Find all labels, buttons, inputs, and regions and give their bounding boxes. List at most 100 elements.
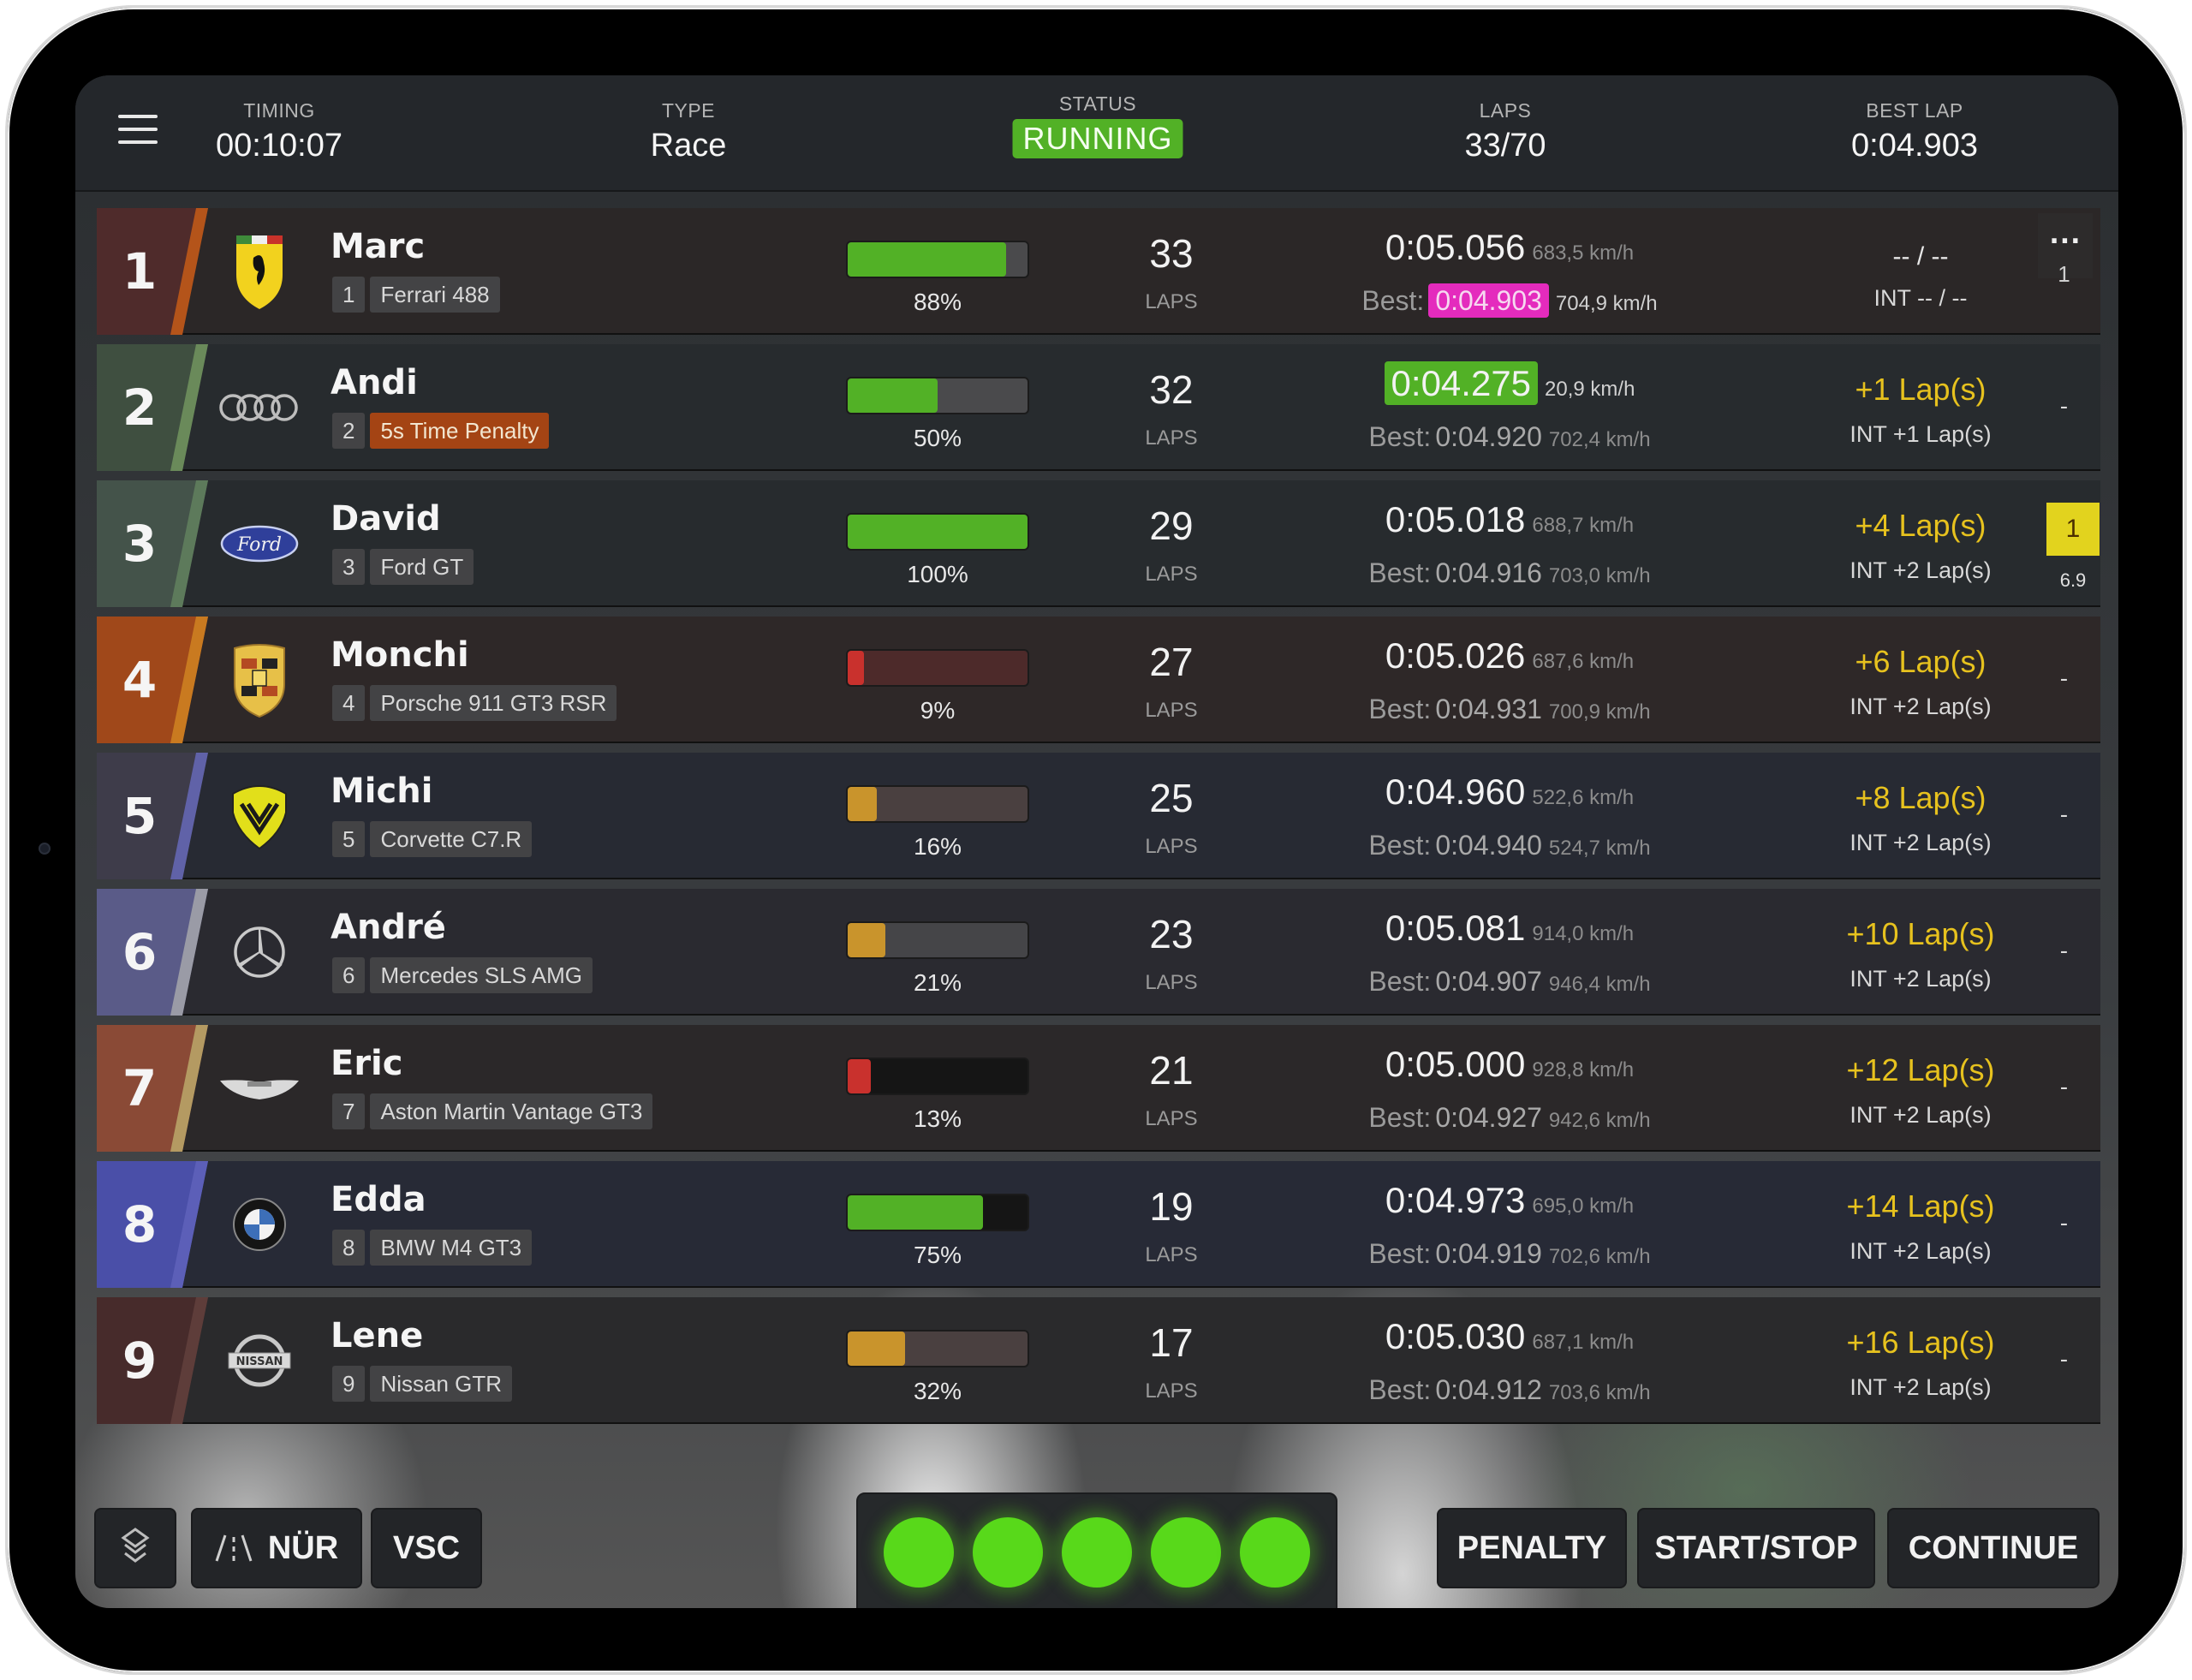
start-light [1151,1517,1221,1588]
position-number: 8 [122,1195,158,1254]
gap-to-leader: +8 Lap(s) [1855,780,1986,815]
row-side-panel: - [2028,753,2100,879]
timing-label: TIMING [243,99,315,122]
side-action-button[interactable]: - [2028,802,2100,828]
laps-count: 19 [1149,1184,1194,1229]
car-model-tag: Ferrari 488 [370,277,500,313]
standings-row[interactable]: 1 Marc 1 Ferrari 488 88% 33 LAPS 0:05.056 683,5 … [97,208,2100,335]
laps-caption: LAPS [1145,426,1198,450]
side-value: 1 [2058,261,2070,287]
timing-stat: TIMING 00:10:07 [216,99,342,164]
laps-count: 33 [1149,231,1194,276]
mercedes-logo [217,909,302,995]
start-stop-button[interactable]: START/STOP [1637,1508,1875,1588]
best-lap-label: Best: [1368,830,1432,861]
vsc-button[interactable]: VSC [371,1508,482,1588]
best-lap-label: Best: [1361,285,1425,316]
side-action-button[interactable]: - [2028,666,2100,692]
side-action-button[interactable]: - [2028,938,2100,964]
type-stat: TYPE Race [651,99,727,164]
row-side-panel: 1 6.9 [2028,480,2100,607]
car-number-tag: 4 [332,685,366,721]
side-action-button[interactable]: - [2028,394,2100,420]
last-lap-speed: 522,6 km/h [1532,786,1635,809]
laps-count: 21 [1149,1048,1194,1093]
laps-label: LAPS [1479,99,1532,122]
continue-button[interactable]: CONTINUE [1887,1508,2100,1588]
row-side-panel: - [2028,1025,2100,1152]
laps-count: 32 [1149,367,1194,412]
best-lap: Best: 0:04.903 704,9 km/h [1287,283,1732,318]
last-lap-time: 0:04.973 [1385,1180,1526,1220]
track-button[interactable]: NÜR [191,1508,362,1588]
last-lap-speed: 695,0 km/h [1532,1194,1635,1218]
best-lap-label: BEST LAP [1866,99,1963,122]
last-lap-time: 0:04.960 [1385,771,1526,812]
laps-count: 27 [1149,640,1194,684]
standings-row[interactable]: 8 Edda 8 BMW M4 GT3 75% 19 LAPS 0:04.973 695,0 k… [97,1161,2100,1288]
more-icon[interactable]: ... [2038,220,2093,250]
row-side-panel: - [2028,344,2100,471]
best-lap-time: 0:04.927 [1435,1102,1542,1133]
side-action-button[interactable]: - [2028,1347,2100,1373]
best-lap-time: 0:04.916 [1435,557,1542,588]
standings-row[interactable]: 4 Monchi 4 Porsche 911 GT3 RSR 9% 27 LAPS 0:05.… [97,617,2100,743]
yellow-flag-badge[interactable]: 1 [2046,503,2100,556]
lap-progress-bar [846,241,1029,278]
last-lap-time: 0:05.000 [1385,1044,1526,1084]
lap-progress-percent: 13% [913,1105,962,1132]
lap-progress-percent: 21% [913,969,962,996]
lap-progress-bar [846,1330,1029,1367]
laps-caption: LAPS [1145,699,1198,722]
gap-to-leader: +14 Lap(s) [1846,1189,1995,1224]
standings-row[interactable]: 2 Andi 2 5s Time Penalty 50% 32 LAPS 0:04.275 20… [97,344,2100,471]
standings-row[interactable]: 5 Michi 5 Corvette C7.R 16% 25 LAPS 0:04.960 522… [97,753,2100,879]
interval: INT +2 Lap(s) [1850,830,1992,855]
best-lap-label: Best: [1368,1102,1432,1133]
penalty-tag[interactable]: 5s Time Penalty [370,413,550,449]
standings-row[interactable]: 7 Eric 7 Aston Martin Vantage GT3 13% 21 LAPS 0… [97,1025,2100,1152]
driver-name: André [331,908,446,947]
lap-progress-fill [848,378,938,413]
lap-progress-bar [846,785,1029,823]
last-lap-time: 0:05.081 [1385,908,1526,948]
last-lap: 0:04.275 20,9 km/h [1287,361,1732,405]
driver-name: Monchi [331,635,469,675]
best-lap-speed: 942,6 km/h [1548,1109,1651,1132]
standings-row[interactable]: 3 Ford David 3 Ford GT 100% 29 LAPS 0:05.018 688,… [97,480,2100,607]
side-action-button[interactable]: - [2028,1211,2100,1236]
car-number-tag: 2 [332,413,366,449]
penalty-button[interactable]: PENALTY [1437,1508,1627,1588]
best-lap: Best: 0:04.919 702,6 km/h [1287,1238,1732,1270]
gap-to-leader: +6 Lap(s) [1855,644,1986,679]
lap-progress-percent: 9% [920,697,956,724]
best-lap-speed: 704,9 km/h [1555,292,1658,315]
laps-count: 29 [1149,503,1194,548]
standings-row[interactable]: 6 André 6 Mercedes SLS AMG 21% 23 LAPS 0:05.081… [97,889,2100,1016]
driver-tags: 6 Mercedes SLS AMG [332,957,593,993]
row-side-panel: - [2028,889,2100,1016]
side-action-button[interactable]: - [2028,1075,2100,1100]
best-lap-speed: 703,6 km/h [1548,1381,1651,1404]
mosler-logo [217,773,302,859]
flag-value: 6.9 [2059,569,2087,591]
camera-dot [39,843,51,855]
lap-progress-percent: 32% [913,1378,962,1404]
standings-row[interactable]: 9 NISSAN Lene 9 Nissan GTR 32% 17 LAPS 0:05.030 6… [97,1297,2100,1424]
last-lap-time: 0:04.275 [1384,361,1539,405]
best-lap: Best: 0:04.940 524,7 km/h [1287,830,1732,861]
last-lap: 0:05.030 687,1 km/h [1287,1316,1732,1357]
position-number: 9 [122,1331,158,1390]
interval: INT -- / -- [1873,285,1968,311]
best-lap-speed: 700,9 km/h [1548,700,1651,724]
type-value: Race [650,128,727,164]
lap-progress-bar [846,921,1029,959]
lap-progress-fill [848,515,1028,549]
car-number-tag: 8 [332,1230,366,1266]
laps-caption: LAPS [1145,290,1198,313]
row-side-panel: - [2028,1297,2100,1424]
menu-icon[interactable] [118,115,158,149]
layers-button[interactable] [94,1508,176,1588]
position-number: 4 [122,651,158,709]
interval: INT +1 Lap(s) [1850,421,1992,447]
